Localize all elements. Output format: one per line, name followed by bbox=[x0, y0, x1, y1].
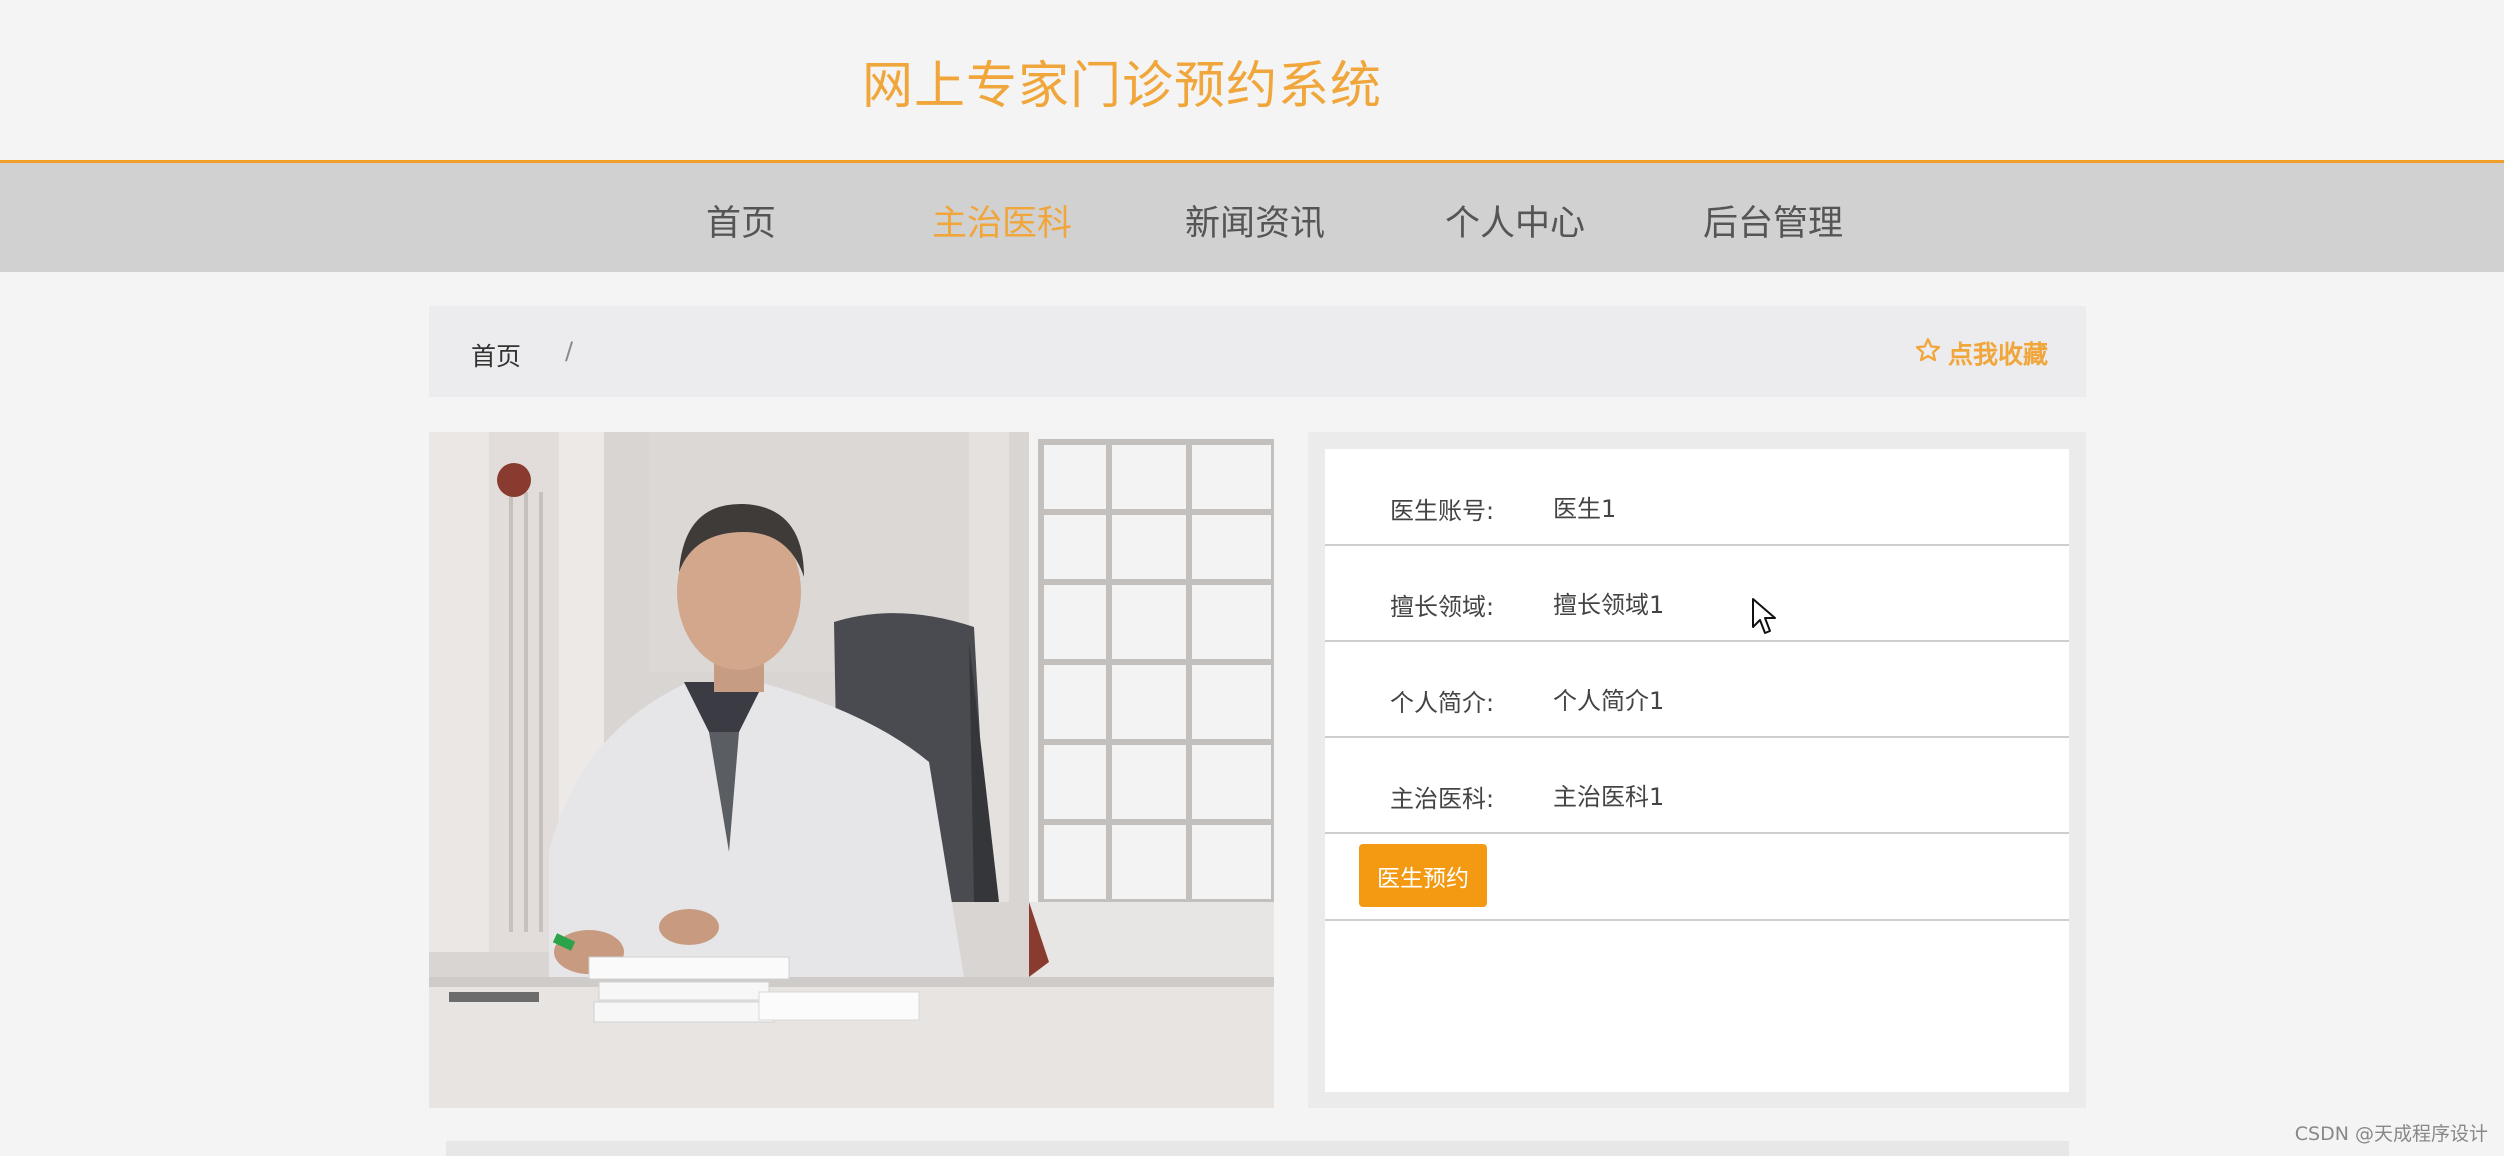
doctor-info-card: 医生账号: 医生1 擅长领域: 擅长领域1 个人简介: 个人简介1 主治医科: … bbox=[1325, 449, 2069, 1092]
footer-strip bbox=[446, 1141, 2069, 1156]
breadcrumb: 首页 / 点我收藏 bbox=[429, 306, 2086, 397]
info-label: 擅长领域: bbox=[1390, 593, 1495, 621]
page: 网上专家门诊预约系统 首页 主治医科 新闻资讯 个人中心 后台管理 首页 / 点… bbox=[0, 0, 2504, 1156]
info-value: 擅长领域1 bbox=[1553, 591, 1665, 619]
watermark: CSDN @天成程序设计 bbox=[2294, 1123, 2488, 1145]
breadcrumb-home-link[interactable]: 首页 bbox=[471, 337, 521, 373]
info-value: 主治医科1 bbox=[1553, 783, 1665, 811]
nav-item-news[interactable]: 新闻资讯 bbox=[1185, 195, 1325, 246]
nav-item-departments[interactable]: 主治医科 bbox=[932, 195, 1072, 246]
info-row-account: 医生账号: 医生1 bbox=[1325, 449, 2069, 546]
favorite-label: 点我收藏 bbox=[1947, 340, 2048, 369]
info-row-specialty: 擅长领域: 擅长领域1 bbox=[1325, 545, 2069, 642]
nav-item-personal-center[interactable]: 个人中心 bbox=[1445, 195, 1585, 246]
doctor-info-panel: 医生账号: 医生1 擅长领域: 擅长领域1 个人简介: 个人简介1 主治医科: … bbox=[1308, 432, 2086, 1108]
favorite-button[interactable]: 点我收藏 bbox=[1914, 335, 2048, 371]
book-doctor-button[interactable]: 医生预约 bbox=[1359, 844, 1487, 907]
info-label: 个人简介: bbox=[1390, 689, 1495, 717]
breadcrumb-separator: / bbox=[565, 337, 574, 365]
info-row-profile: 个人简介: 个人简介1 bbox=[1325, 641, 2069, 738]
info-value: 医生1 bbox=[1553, 495, 1617, 523]
nav-item-admin[interactable]: 后台管理 bbox=[1703, 195, 1843, 246]
info-row-department: 主治医科: 主治医科1 bbox=[1325, 737, 2069, 834]
doctor-photo bbox=[429, 432, 1274, 1108]
main-nav: 首页 主治医科 新闻资讯 个人中心 后台管理 bbox=[0, 163, 2504, 272]
info-label: 主治医科: bbox=[1390, 785, 1495, 813]
booking-row: 医生预约 bbox=[1325, 833, 2069, 921]
star-outline-icon bbox=[1914, 336, 1942, 370]
site-title: 网上专家门诊预约系统 bbox=[862, 57, 1383, 116]
info-label: 医生账号: bbox=[1390, 497, 1495, 525]
info-value: 个人简介1 bbox=[1553, 687, 1665, 715]
nav-item-home[interactable]: 首页 bbox=[706, 195, 776, 246]
mouse-cursor-icon bbox=[1751, 597, 1779, 637]
